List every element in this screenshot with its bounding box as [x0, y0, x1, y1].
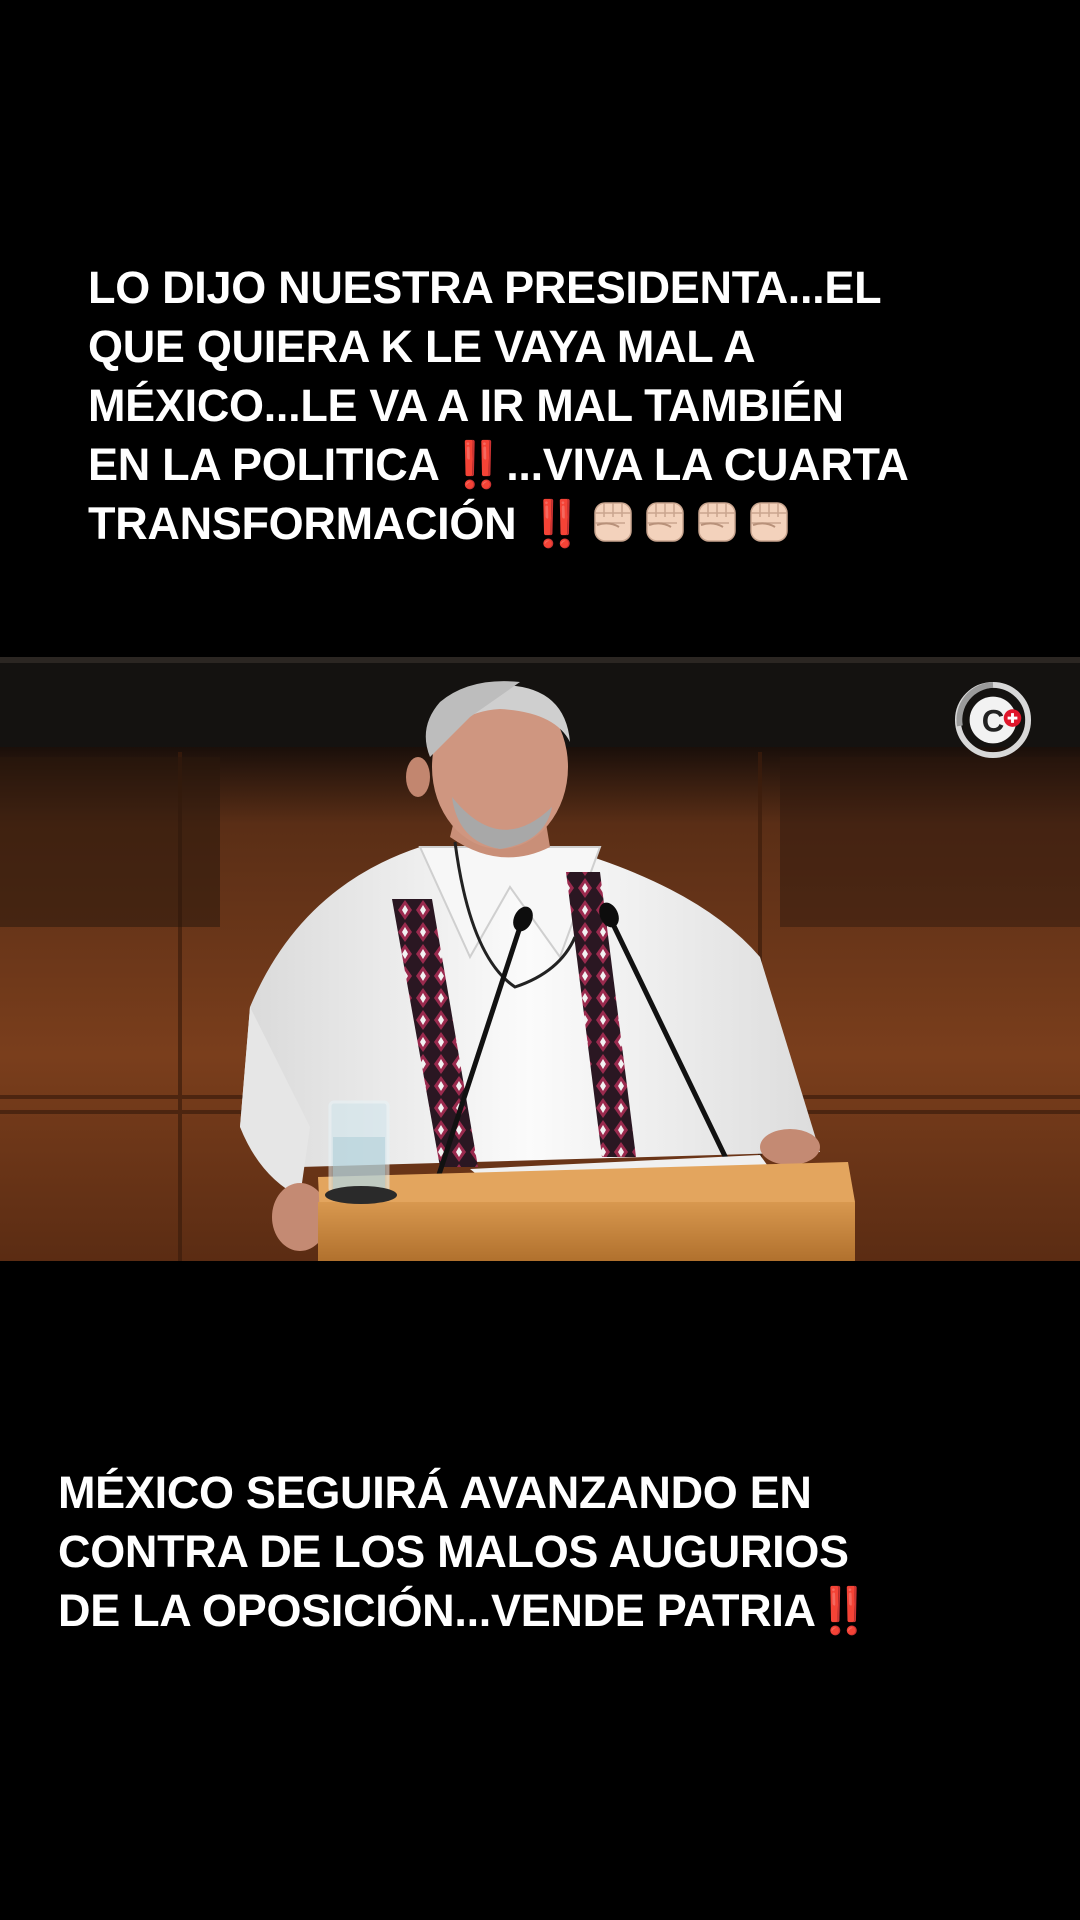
- raised-fist-emoji: [749, 502, 788, 542]
- raised-fist-emoji: [645, 502, 684, 542]
- bottom-caption: MÉXICO SEGUIRÁ AVANZANDO EN CONTRA DE LO…: [58, 1463, 1018, 1640]
- svg-text:C: C: [982, 704, 1005, 739]
- double-exclamation-emoji: ‼️: [815, 1585, 872, 1636]
- channel-logo-icon: C: [954, 681, 1032, 759]
- video-frame[interactable]: C: [0, 657, 1080, 1261]
- senate-speaker-scene: [0, 657, 1080, 1261]
- raised-fist-emojis: [585, 498, 793, 549]
- double-exclamation-emoji: ‼️: [450, 439, 506, 490]
- raised-fist-emoji: [697, 502, 736, 542]
- bottom-caption-text: MÉXICO SEGUIRÁ AVANZANDO EN CONTRA DE LO…: [58, 1467, 849, 1636]
- raised-fist-emoji: [593, 502, 632, 542]
- double-exclamation-emoji: ‼️: [528, 498, 584, 549]
- top-caption: LO DIJO NUESTRA PRESIDENTA...EL QUE QUIE…: [88, 258, 1048, 553]
